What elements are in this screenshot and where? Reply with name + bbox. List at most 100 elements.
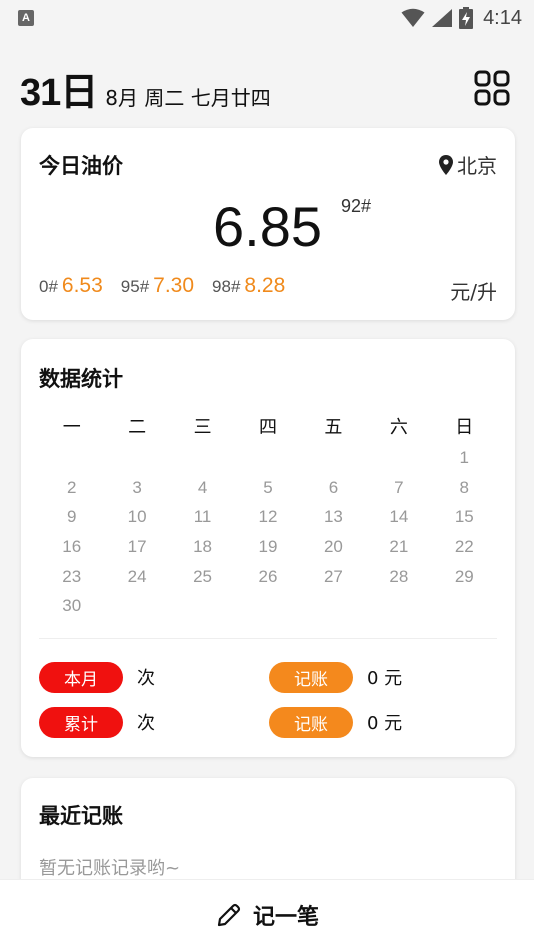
calendar-empty-cell [432,591,497,621]
weekday-label: 二 [128,417,147,438]
calendar-day[interactable]: 1 [432,443,497,473]
date-detail: 8月 周二 七月廿四 [105,86,271,110]
calendar-day[interactable]: 11 [170,502,235,532]
price-unit: 元/升 [450,280,497,304]
calendar-empty-cell [366,591,431,621]
calendar-day[interactable]: 23 [39,562,104,592]
price-value: 7.30 [153,274,195,297]
calendar-day[interactable]: 22 [432,532,497,562]
calendar-day[interactable]: 2 [39,473,104,503]
calendar-day[interactable]: 27 [301,562,366,592]
total-count-group: 累计 次 [39,706,269,738]
calendar-day[interactable]: 12 [235,502,300,532]
stats-title: 数据统计 [39,367,123,391]
calendar-empty-cell [301,591,366,621]
month-count: 次 [137,668,155,689]
main-grade: 92# [341,196,372,216]
total-record-badge: 记账 [269,706,353,738]
total-badge: 累计 [39,706,123,738]
location-selector[interactable]: 北京 [439,150,497,179]
calendar-day[interactable]: 17 [104,532,169,562]
stats-card: 数据统计 一 二 三 四 五 六 日 1 2 3 4 5 6 7 8 9 10 11 12 13 14 15… [21,339,515,757]
calendar-weekdays: 一 二 三 四 五 六 日 [39,413,497,443]
app-notification-icon: A [18,10,34,26]
calendar-day[interactable]: 29 [432,562,497,592]
price-item: 95# 7.30 [121,274,194,298]
location-pin-icon [439,154,453,175]
calendar-day[interactable]: 13 [301,502,366,532]
total-amount-group: 记账 0 元 [269,706,403,738]
calendar-day[interactable]: 28 [366,562,431,592]
day-label: 31日 [20,72,98,114]
month-amount: 0 元 [367,668,403,689]
calendar-empty-cell [170,443,235,473]
status-time: 4:14 [483,6,522,29]
calendar-week: 23 24 25 26 27 28 29 [39,562,497,592]
status-icons: 4:14 [401,7,522,30]
calendar-day[interactable]: 14 [366,502,431,532]
total-stats: 累计 次 记账 0 元 [39,706,499,738]
weekday-label: 三 [193,417,212,438]
calendar-week: 30 [39,591,497,621]
empty-state-text: 暂无记账记录哟~ [39,858,181,879]
status-bar: A 4:14 [0,0,534,36]
month-record-badge: 记账 [269,661,353,693]
weekday-label: 四 [258,417,277,438]
calendar-day[interactable]: 6 [301,473,366,503]
grade-label: 95# [120,277,150,296]
grade-label: 98# [212,277,241,296]
calendar-day[interactable]: 15 [432,502,497,532]
oil-price-card[interactable]: 今日油价 北京 6.85 92# 0# 6.53 95# 7.30 98# 8.… [21,128,515,320]
battery-charging-icon [459,7,474,29]
calendar-empty-cell [235,591,300,621]
calendar-day[interactable]: 21 [366,532,431,562]
price-item: 98# 8.28 [212,274,285,298]
calendar-empty-cell [366,443,431,473]
recent-title: 最近记账 [39,804,123,828]
location-label: 北京 [457,154,497,178]
calendar-day[interactable]: 25 [170,562,235,592]
pencil-icon [217,903,241,927]
calendar-empty-cell [235,443,300,473]
date-header: 31日 8月 周二 七月廿四 [20,60,514,116]
month-amount-group: 记账 0 元 [269,661,403,693]
total-amount: 0 元 [367,713,403,734]
calendar-empty-cell [301,443,366,473]
calendar-day[interactable]: 19 [235,532,300,562]
calendar-week: 16 17 18 19 20 21 22 [39,532,497,562]
price-value: 6.53 [61,274,103,297]
calendar-day[interactable]: 20 [301,532,366,562]
divider [39,638,497,639]
grade-label: 0# [39,277,58,296]
total-count: 次 [137,713,155,734]
calendar-day[interactable]: 7 [366,473,431,503]
weekday-label: 一 [62,417,81,438]
calendar-empty-cell [104,591,169,621]
price-value: 8.28 [244,274,286,297]
calendar-empty-cell [170,591,235,621]
date-display: 31日 8月 周二 七月廿四 [20,61,271,116]
month-count-group: 本月 次 [39,661,269,693]
add-record-label: 记一笔 [252,905,319,930]
calendar-day[interactable]: 5 [235,473,300,503]
calendar-day[interactable]: 26 [235,562,300,592]
oil-price-title: 今日油价 [39,154,123,178]
add-record-button[interactable]: 记一笔 [0,879,534,950]
calendar-day[interactable]: 10 [104,502,169,532]
weekday-label: 五 [324,417,343,438]
grid-menu-icon[interactable] [474,70,510,106]
other-prices: 0# 6.53 95# 7.30 98# 8.28 [39,274,303,298]
calendar-day[interactable]: 4 [170,473,235,503]
calendar-day[interactable]: 24 [104,562,169,592]
calendar-empty-cell [39,443,104,473]
calendar-day[interactable]: 9 [39,502,104,532]
calendar-days: 1 2 3 4 5 6 7 8 9 10 11 12 13 14 15 16 17 18 19 20 21 22 23 24 2… [39,443,497,621]
month-stats: 本月 次 记账 0 元 [39,661,499,693]
calendar-day[interactable]: 18 [170,532,235,562]
calendar-day[interactable]: 30 [39,591,104,621]
weekday-label: 六 [389,417,408,438]
calendar-day[interactable]: 16 [39,532,104,562]
calendar-day[interactable]: 3 [104,473,169,503]
calendar-day[interactable]: 8 [432,473,497,503]
price-item: 0# 6.53 [39,274,103,298]
